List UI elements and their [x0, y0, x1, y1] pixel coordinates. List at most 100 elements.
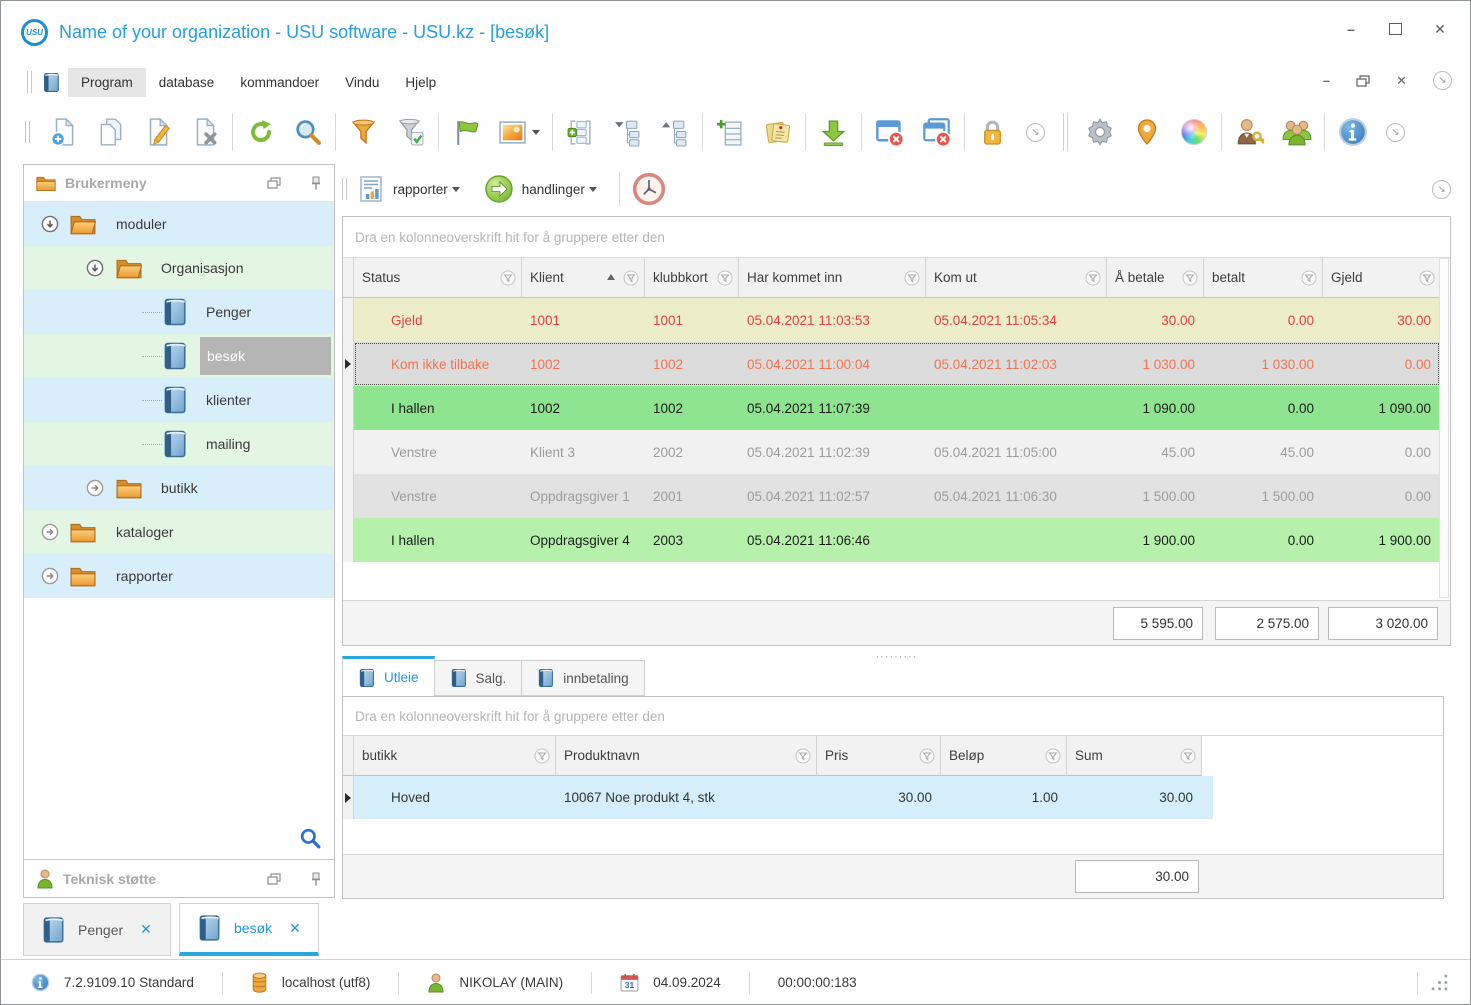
toolbar-overflow-icon[interactable]	[1386, 122, 1405, 142]
tree-item-rapporter[interactable]: rapporter	[24, 554, 334, 598]
resize-grip-icon[interactable]	[1431, 974, 1448, 991]
edit-record-button[interactable]	[134, 109, 181, 155]
cell-inn[interactable]: 05.04.2021 11:06:46	[739, 518, 926, 562]
new-record-button[interactable]	[40, 109, 87, 155]
cell-klubbkort[interactable]: 1002	[645, 342, 739, 386]
tree-item-mailing[interactable]: mailing	[24, 422, 334, 466]
group-by-band[interactable]: Dra en kolonneoverskrift hit for å grupp…	[343, 217, 1450, 258]
close-tab-icon[interactable]	[140, 921, 152, 938]
table-row[interactable]: Venstre Oppdragsgiver 1 2001 05.04.2021 …	[343, 474, 1450, 518]
expand-node-icon[interactable]	[41, 567, 59, 585]
copy-record-button[interactable]	[87, 109, 134, 155]
user-access-button[interactable]	[1226, 109, 1273, 155]
cell-status[interactable]: Gjeld	[354, 298, 522, 342]
settings-button[interactable]	[1076, 109, 1123, 155]
cell-a-betale[interactable]: 30.00	[1107, 298, 1204, 342]
cell-klient[interactable]: 1002	[522, 342, 645, 386]
support-panel-header[interactable]: Teknisk støtte	[24, 859, 334, 897]
tree-item-organisasjon[interactable]: Organisasjon	[24, 246, 334, 290]
column-header-sum[interactable]: Sum	[1067, 736, 1202, 776]
toolbar-overflow-icon[interactable]	[1026, 122, 1045, 142]
window-tab-penger[interactable]: Penger	[23, 903, 171, 956]
column-header-kom-ut[interactable]: Kom ut	[926, 258, 1107, 298]
tree-item-butikk[interactable]: butikk	[24, 466, 334, 510]
menu-vindu[interactable]: Vindu	[332, 68, 392, 97]
cell-ut[interactable]: 05.04.2021 11:05:00	[926, 430, 1107, 474]
horizontal-splitter[interactable]	[342, 647, 1451, 656]
column-list-button[interactable]	[557, 109, 604, 155]
cell-status[interactable]: I hallen	[354, 518, 522, 562]
column-filter-icon[interactable]	[717, 270, 733, 286]
minimize-button[interactable]	[1343, 21, 1359, 37]
cell-betalt[interactable]: 45.00	[1204, 430, 1323, 474]
column-header-belop[interactable]: Beløp	[941, 736, 1067, 776]
expand-tree-button[interactable]	[651, 109, 698, 155]
image-button[interactable]	[490, 109, 548, 155]
column-header-butikk[interactable]: butikk	[354, 736, 556, 776]
cell-gjeld[interactable]: 0.00	[1323, 474, 1440, 518]
column-header-betalt[interactable]: betalt	[1204, 258, 1323, 298]
cell-inn[interactable]: 05.04.2021 11:07:39	[739, 386, 926, 430]
column-filter-icon[interactable]	[904, 270, 920, 286]
cell-ut[interactable]	[926, 386, 1107, 430]
cell-ut[interactable]	[926, 518, 1107, 562]
column-filter-icon[interactable]	[1045, 748, 1061, 764]
flag-button[interactable]	[443, 109, 490, 155]
table-row[interactable]: Venstre Klient 3 2002 05.04.2021 11:02:3…	[343, 430, 1450, 474]
menu-kommandoer[interactable]: kommandoer	[227, 68, 332, 97]
cell-betalt[interactable]: 1 030.00	[1204, 342, 1323, 386]
table-row-selected[interactable]: Kom ikke tilbake 1002 1002 05.04.2021 11…	[343, 342, 1450, 386]
toolbar-grip[interactable]	[342, 178, 347, 200]
group-by-band[interactable]: Dra en kolonneoverskrift hit for å grupp…	[343, 697, 1443, 736]
cell-a-betale[interactable]: 1 030.00	[1107, 342, 1204, 386]
cell-pris[interactable]: 30.00	[817, 776, 941, 819]
tab-salg[interactable]: Salg.	[434, 660, 523, 696]
cell-klient[interactable]: Oppdragsgiver 1	[522, 474, 645, 518]
column-header-gjeld[interactable]: Gjeld	[1323, 258, 1440, 298]
column-filter-icon[interactable]	[1085, 270, 1101, 286]
expand-node-icon[interactable]	[86, 479, 104, 497]
cell-status[interactable]: Kom ikke tilbake	[354, 342, 522, 386]
cell-gjeld[interactable]: 0.00	[1323, 342, 1440, 386]
cell-klubbkort[interactable]: 2002	[645, 430, 739, 474]
column-header-klient[interactable]: Klient	[522, 258, 645, 298]
cell-klubbkort[interactable]: 1002	[645, 386, 739, 430]
menu-hjelp[interactable]: Hjelp	[392, 68, 449, 97]
cell-inn[interactable]: 05.04.2021 11:00:04	[739, 342, 926, 386]
tree-item-penger[interactable]: Penger	[24, 290, 334, 334]
table-row[interactable]: I hallen 1002 1002 05.04.2021 11:07:39 1…	[343, 386, 1450, 430]
float-panel-icon[interactable]	[267, 873, 281, 885]
collapse-tree-button[interactable]	[604, 109, 651, 155]
cell-klubbkort[interactable]: 2003	[645, 518, 739, 562]
cell-sum[interactable]: 30.00	[1067, 776, 1202, 819]
toolbar-overflow-icon[interactable]	[1432, 179, 1451, 199]
column-filter-icon[interactable]	[500, 270, 516, 286]
cell-status[interactable]: I hallen	[354, 386, 522, 430]
cell-belop[interactable]: 1.00	[941, 776, 1067, 819]
collapse-node-icon[interactable]	[41, 215, 59, 233]
cell-gjeld[interactable]: 1 090.00	[1323, 386, 1440, 430]
cell-a-betale[interactable]: 1 090.00	[1107, 386, 1204, 430]
export-button[interactable]	[810, 109, 857, 155]
filter-button[interactable]	[340, 109, 387, 155]
cell-produktnavn[interactable]: 10067 Noe produkt 4, stk	[556, 776, 817, 819]
cell-ut[interactable]: 05.04.2021 11:05:34	[926, 298, 1107, 342]
close-tab-icon[interactable]	[289, 920, 301, 937]
cell-butikk[interactable]: Hoved	[354, 776, 556, 819]
expand-node-icon[interactable]	[41, 523, 59, 541]
window-tab-besok[interactable]: besøk	[179, 903, 319, 956]
close-button[interactable]	[1432, 21, 1448, 37]
toolbar-grip[interactable]	[25, 121, 30, 143]
cell-klient[interactable]: Oppdragsgiver 4	[522, 518, 645, 562]
tree-item-kataloger[interactable]: kataloger	[24, 510, 334, 554]
vertical-scrollbar[interactable]	[1439, 258, 1449, 598]
column-header-status[interactable]: Status	[354, 258, 522, 298]
menu-program[interactable]: Program	[68, 67, 146, 97]
column-filter-icon[interactable]	[795, 748, 811, 764]
detail-row-selected[interactable]: Hoved 10067 Noe produkt 4, stk 30.00 1.0…	[343, 776, 1213, 819]
cell-betalt[interactable]: 0.00	[1204, 386, 1323, 430]
cell-klient[interactable]: 1002	[522, 386, 645, 430]
lock-button[interactable]	[969, 109, 1016, 155]
cell-klient[interactable]: 1001	[522, 298, 645, 342]
search-button[interactable]	[284, 109, 331, 155]
